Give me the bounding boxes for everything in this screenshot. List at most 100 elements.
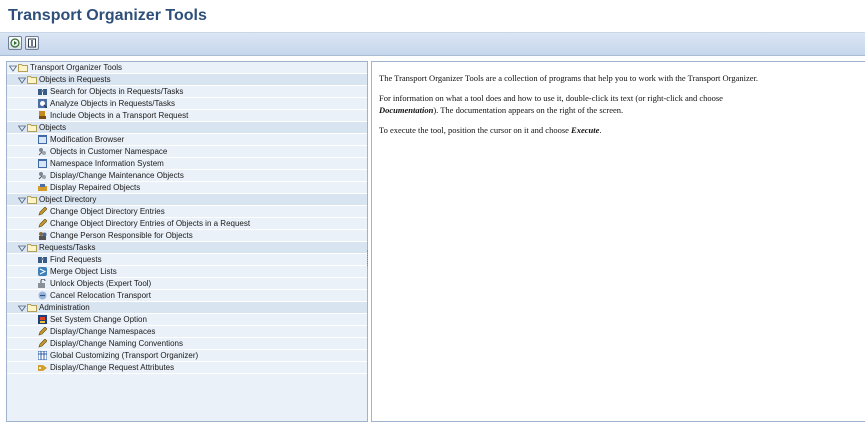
merge-icon — [38, 267, 47, 276]
tree-item-label: Merge Object Lists — [50, 267, 117, 276]
tree-item-label: Requests/Tasks — [39, 243, 96, 252]
pencil-icon — [38, 206, 48, 216]
expand-toggle-icon[interactable] — [17, 76, 27, 84]
tree-item-label: Change Object Directory Entries of Objec… — [50, 219, 251, 228]
tree-item-label: Change Object Directory Entries — [50, 207, 165, 216]
tree-item-label: Find Requests — [50, 255, 102, 264]
persons-icon — [38, 231, 47, 240]
pencil-icon — [38, 326, 48, 336]
expand-toggle-icon[interactable] — [17, 244, 27, 252]
tree-item[interactable]: Modification Browser — [7, 134, 367, 146]
documentation-button[interactable] — [25, 36, 39, 50]
objects-icon — [38, 171, 47, 180]
tree-item[interactable]: Merge Object Lists — [7, 266, 367, 278]
system-icon — [38, 315, 47, 324]
tree-item-label: Objects — [39, 123, 67, 132]
tree-folder[interactable]: Administration — [7, 302, 367, 314]
table-icon — [37, 350, 48, 361]
tree-item-label: Unlock Objects (Expert Tool) — [50, 279, 152, 288]
tool-tree: Transport Organizer Tools Objects in Requ… — [7, 62, 367, 374]
tree-item[interactable]: Objects in Customer Namespace — [7, 146, 367, 158]
tree-item-label: Analyze Objects in Requests/Tasks — [50, 99, 175, 108]
tree-item-label: Display/Change Namespaces — [50, 327, 156, 336]
documentation-emphasis: Documentation — [379, 105, 434, 115]
unlock-icon — [38, 278, 47, 288]
tree-item-label: Include Objects in a Transport Request — [50, 111, 189, 120]
tree-item-label: Object Directory — [39, 195, 97, 204]
folder-icon — [27, 75, 37, 84]
tree-item-label: Objects in Customer Namespace — [50, 147, 168, 156]
tree-item[interactable]: Display Repaired Objects — [7, 182, 367, 194]
folder-icon — [18, 63, 28, 72]
tree-item-label: Global Customizing (Transport Organizer) — [50, 351, 199, 360]
tree-item[interactable]: Search for Objects in Requests/Tasks — [7, 86, 367, 98]
pencil-icon — [38, 338, 48, 348]
tree-item[interactable]: Display/Change Request Attributes — [7, 362, 367, 374]
execute-paragraph: To execute the tool, position the cursor… — [379, 124, 601, 136]
repair-icon — [38, 183, 47, 192]
objects-icon — [38, 147, 47, 156]
tree-item[interactable]: Global Customizing (Transport Organizer) — [7, 350, 367, 362]
expand-toggle-icon[interactable] — [17, 304, 27, 312]
tree-item[interactable]: Include Objects in a Transport Request — [7, 110, 367, 122]
help-text-end: ). The documentation appears on the righ… — [433, 105, 624, 115]
tree-item[interactable]: Cancel Relocation Transport — [7, 290, 367, 302]
tree-item[interactable]: Change Object Directory Entries — [7, 206, 367, 218]
binoculars-icon — [38, 87, 47, 96]
tree-item-label: Display Repaired Objects — [50, 183, 141, 192]
analyze-icon — [38, 99, 48, 109]
tree-folder[interactable]: Objects in Requests — [7, 74, 367, 86]
expand-toggle-icon[interactable] — [17, 196, 27, 204]
tree-item[interactable]: Change Object Directory Entries of Objec… — [7, 218, 367, 230]
folder-icon — [27, 303, 37, 312]
title-bar: Transport Organizer Tools — [0, 0, 865, 33]
tree-item-label: Display/Change Naming Conventions — [50, 339, 183, 348]
tree-item-label: Namespace Information System — [50, 159, 164, 168]
tree-item-label: Modification Browser — [50, 135, 125, 144]
tree-item[interactable]: Namespace Information System — [7, 158, 367, 170]
tree-item[interactable]: Find Requests — [7, 254, 367, 266]
tree-item[interactable]: Display/Change Maintenance Objects — [7, 170, 367, 182]
tree-item-label: Objects in Requests — [39, 75, 111, 84]
folder-icon — [27, 123, 37, 132]
tree-root[interactable]: Transport Organizer Tools — [7, 62, 367, 74]
tree-item[interactable]: Analyze Objects in Requests/Tasks — [7, 98, 367, 110]
tree-folder[interactable]: Requests/Tasks — [7, 242, 367, 254]
help-text-start: For information on what a tool does and … — [379, 93, 723, 103]
page-title: Transport Organizer Tools — [8, 7, 207, 24]
tree-folder[interactable]: Object Directory — [7, 194, 367, 206]
help-paragraph: For information on what a tool does and … — [379, 92, 723, 116]
tree-item[interactable]: Set System Change Option — [7, 314, 367, 326]
tree-item[interactable]: Change Person Responsible for Objects — [7, 230, 367, 242]
tree-item-label: Transport Organizer Tools — [30, 63, 123, 72]
truck-icon — [38, 111, 47, 120]
execute-emphasis: Execute — [571, 125, 600, 135]
tree-item-label: Display/Change Request Attributes — [50, 363, 175, 372]
intro-text: The Transport Organizer Tools are a coll… — [379, 73, 759, 83]
folder-icon — [27, 243, 37, 252]
folder-icon — [27, 195, 37, 204]
tree-item-label: Administration — [39, 303, 90, 312]
execute-button[interactable] — [8, 36, 22, 50]
browser-icon — [38, 159, 47, 168]
binoculars-icon — [38, 255, 47, 264]
tree-item-label: Cancel Relocation Transport — [50, 291, 151, 300]
documentation-panel: The Transport Organizer Tools are a coll… — [371, 61, 865, 422]
tree-folder[interactable]: Objects — [7, 122, 367, 134]
expand-toggle-icon[interactable] — [8, 64, 18, 72]
tree-item-label: Display/Change Maintenance Objects — [50, 171, 184, 180]
attribute-icon — [38, 363, 47, 372]
browser-icon — [38, 135, 47, 144]
tree-item[interactable]: Display/Change Naming Conventions — [7, 338, 367, 350]
tree-item-label: Set System Change Option — [50, 315, 147, 324]
intro-paragraph: The Transport Organizer Tools are a coll… — [379, 72, 758, 84]
expand-toggle-icon[interactable] — [17, 124, 27, 132]
tree-item-label: Change Person Responsible for Objects — [50, 231, 193, 240]
cancel-icon — [38, 291, 47, 300]
tree-item[interactable]: Unlock Objects (Expert Tool) — [7, 278, 367, 290]
tree-item[interactable]: Display/Change Namespaces — [7, 326, 367, 338]
pencil-icon — [38, 218, 48, 228]
tool-tree-panel: Transport Organizer Tools Objects in Requ… — [6, 61, 368, 422]
execute-text-end: . — [599, 125, 602, 135]
execute-text-start: To execute the tool, position the cursor… — [379, 125, 569, 135]
